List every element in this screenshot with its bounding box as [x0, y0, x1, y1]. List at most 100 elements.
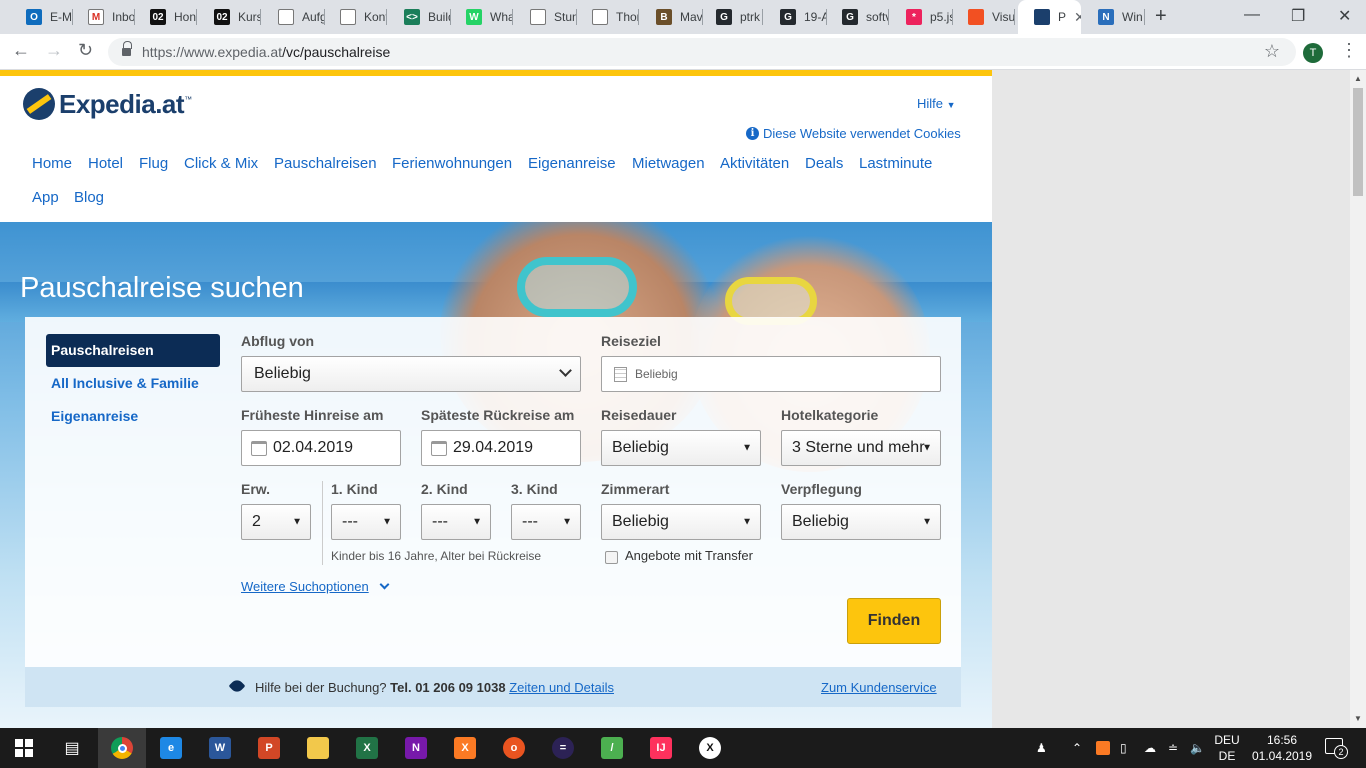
destination-input[interactable]: Beliebig	[601, 356, 941, 392]
tab-eigenanreise[interactable]: Eigenanreise	[46, 400, 220, 433]
nav-flug[interactable]: Flug	[139, 155, 168, 172]
nav-hotel[interactable]: Hotel	[88, 155, 123, 172]
task-view-button[interactable]: ▤	[48, 728, 96, 768]
scroll-up-icon[interactable]: ▲	[1354, 74, 1362, 83]
taskbar-app-button[interactable]: IJ	[637, 728, 685, 768]
browser-menu-icon[interactable]: ⋮	[1340, 40, 1358, 61]
wifi-icon[interactable]: ≐	[1168, 728, 1178, 768]
duration-select[interactable]: Beliebig ▼	[601, 430, 761, 466]
scroll-down-icon[interactable]: ▼	[1354, 714, 1362, 723]
close-tab-icon[interactable]: ✕	[1074, 9, 1081, 26]
child3-age-select[interactable]: --- ▼	[511, 504, 581, 540]
taskbar-app-button[interactable]	[294, 728, 342, 768]
browser-tab[interactable]: Kont	[324, 0, 387, 34]
back-button[interactable]: ←	[12, 40, 30, 61]
battery-icon[interactable]: ▯	[1120, 728, 1127, 768]
new-tab-button[interactable]: +	[1155, 5, 1167, 28]
address-bar[interactable]: https://www.expedia.at/vc/pauschalreise …	[108, 38, 1296, 66]
onedrive-icon[interactable]: ☁	[1144, 728, 1156, 768]
taskbar-app-button[interactable]	[98, 728, 146, 768]
departure-select[interactable]: Beliebig	[241, 356, 581, 392]
browser-tab[interactable]: Gptrk	[700, 0, 763, 34]
hours-details-link[interactable]: Zeiten und Details	[509, 680, 614, 695]
maximize-button[interactable]: ❐	[1291, 6, 1305, 26]
nav-home[interactable]: Home	[32, 155, 72, 172]
browser-tab[interactable]: P ✕	[1018, 0, 1081, 34]
transfer-checkbox[interactable]	[605, 551, 618, 564]
forward-button[interactable]: →	[45, 40, 63, 61]
tab-title: 19-A	[804, 10, 827, 24]
reload-button[interactable]: ↻	[78, 40, 93, 61]
browser-tab[interactable]: N Win	[1082, 0, 1145, 34]
browser-tab[interactable]: * p5.js	[890, 0, 953, 34]
browser-tab[interactable]: Aufg	[262, 0, 325, 34]
taskbar-app-button[interactable]: N	[392, 728, 440, 768]
people-icon[interactable]: ♟	[1036, 728, 1047, 768]
adults-select[interactable]: 2 ▼	[241, 504, 311, 540]
browser-tab[interactable]: Visu	[952, 0, 1015, 34]
tab-pauschalreisen[interactable]: Pauschalreisen	[46, 334, 220, 367]
find-button[interactable]: Finden	[847, 598, 941, 644]
help-menu[interactable]: Hilfe ▼	[917, 96, 956, 111]
nav-lastminute[interactable]: Lastminute	[859, 155, 932, 172]
taskbar-app-button[interactable]: X	[686, 728, 734, 768]
customer-service-link[interactable]: Zum Kundenservice	[821, 680, 937, 695]
browser-tab[interactable]: Gsoftv	[826, 0, 889, 34]
close-window-button[interactable]: ✕	[1338, 6, 1351, 26]
page-scrollbar[interactable]: ▲ ▼	[1350, 70, 1366, 728]
transfer-label[interactable]: Angebote mit Transfer	[625, 548, 753, 563]
earliest-date-label: Früheste Hinreise am	[241, 407, 384, 423]
taskbar-app-button[interactable]: P	[245, 728, 293, 768]
nav-pauschalreisen[interactable]: Pauschalreisen	[274, 155, 377, 172]
browser-tab[interactable]: Thon	[576, 0, 639, 34]
nav-blog[interactable]: Blog	[74, 189, 104, 206]
taskbar-app-button[interactable]: =	[539, 728, 587, 768]
nav-deals[interactable]: Deals	[805, 155, 843, 172]
taskbar-app-button[interactable]: X	[441, 728, 489, 768]
expedia-logo[interactable]: Expedia.at ™	[23, 88, 192, 120]
show-hidden-icons[interactable]: ⌃	[1072, 728, 1082, 768]
system-clock[interactable]: 16:56 01.04.2019	[1246, 732, 1318, 764]
nav-app[interactable]: App	[32, 189, 59, 206]
input-language-indicator[interactable]: DEU DE	[1212, 732, 1242, 764]
hotel-category-select[interactable]: 3 Sterne und mehr ▼	[781, 430, 941, 466]
nav-aktivitaeten[interactable]: Aktivitäten	[720, 155, 789, 172]
browser-tab[interactable]: <> Build	[388, 0, 451, 34]
dropdown-arrow-icon: ▼	[382, 516, 392, 528]
xampp-tray-icon[interactable]	[1096, 728, 1110, 768]
browser-tab[interactable]: M Inbo	[72, 0, 135, 34]
latest-date-input[interactable]: 29.04.2019	[421, 430, 581, 466]
room-type-select[interactable]: Beliebig ▼	[601, 504, 761, 540]
board-select[interactable]: Beliebig ▼	[781, 504, 941, 540]
scrollbar-thumb[interactable]	[1353, 88, 1363, 196]
browser-tab[interactable]: B Mav	[640, 0, 703, 34]
browser-tab[interactable]: O E-M	[10, 0, 73, 34]
nav-ferienwohnungen[interactable]: Ferienwohnungen	[392, 155, 512, 172]
nav-eigenanreise[interactable]: Eigenanreise	[528, 155, 616, 172]
action-center-icon[interactable]: 2	[1325, 738, 1348, 759]
child1-age-select[interactable]: --- ▼	[331, 504, 401, 540]
minimize-button[interactable]: —	[1244, 6, 1260, 24]
more-search-options-link[interactable]: Weitere Suchoptionen	[241, 579, 390, 594]
taskbar-app-button[interactable]: X	[343, 728, 391, 768]
start-button[interactable]	[0, 728, 48, 768]
browser-tab[interactable]: Stun	[514, 0, 577, 34]
nav-click-mix[interactable]: Click & Mix	[184, 155, 258, 172]
cookies-notice-link[interactable]: i Diese Website verwendet Cookies	[746, 126, 961, 141]
bookmark-star-icon[interactable]: ☆	[1264, 41, 1280, 62]
tab-all-inclusive[interactable]: All Inclusive & Familie	[46, 367, 220, 400]
browser-tab[interactable]: 02 Kurs	[198, 0, 261, 34]
child2-age-select[interactable]: --- ▼	[421, 504, 491, 540]
nav-mietwagen[interactable]: Mietwagen	[632, 155, 705, 172]
earliest-date-input[interactable]: 02.04.2019	[241, 430, 401, 466]
browser-tab[interactable]: G 19-A	[764, 0, 827, 34]
taskbar-app-button[interactable]: W	[196, 728, 244, 768]
browser-tab[interactable]: 02 Hon	[134, 0, 197, 34]
taskbar-app-button[interactable]: e	[147, 728, 195, 768]
taskbar-app-button[interactable]: o	[490, 728, 538, 768]
taskbar-app-button[interactable]: /	[588, 728, 636, 768]
profile-avatar[interactable]: T	[1303, 43, 1323, 63]
volume-muted-icon[interactable]: 🔈	[1190, 728, 1205, 768]
browser-tab[interactable]: W Wha	[450, 0, 513, 34]
expedia-globe-icon	[23, 88, 55, 120]
